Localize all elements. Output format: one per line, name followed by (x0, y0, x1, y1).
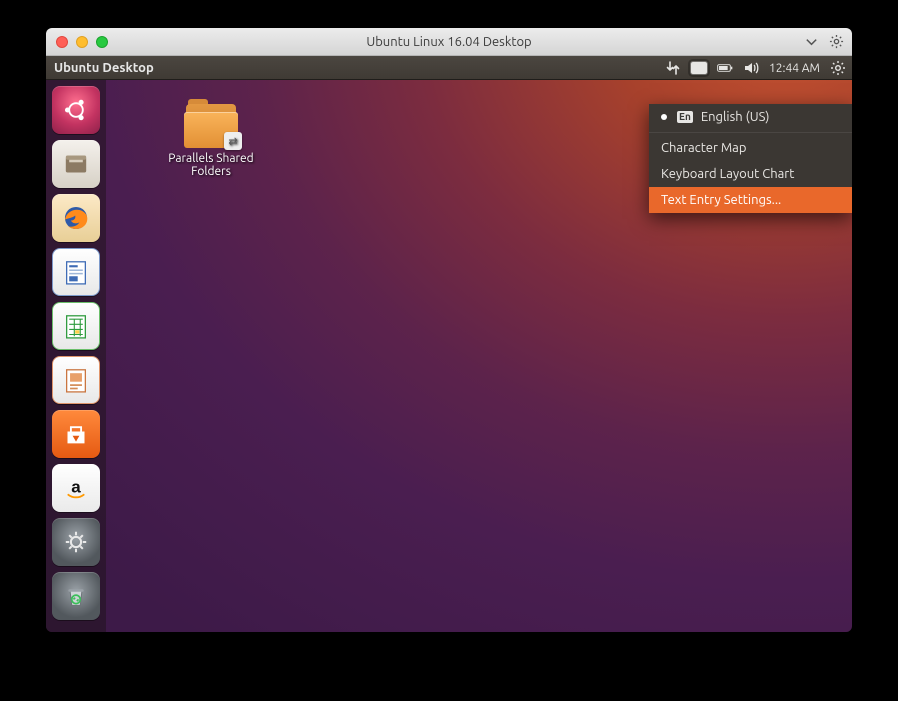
launcher-item-impress[interactable] (52, 356, 100, 404)
launcher-item-software[interactable] (52, 410, 100, 458)
panel-title: Ubuntu Desktop (54, 61, 154, 75)
desktop-icon-label: Parallels Shared Folders (151, 152, 271, 178)
folder-icon: ⇄ (182, 102, 240, 148)
host-vm-window: Ubuntu Linux 16.04 Desktop Ubuntu Deskto… (46, 28, 852, 632)
session-gear-icon[interactable] (830, 60, 846, 76)
launcher-item-writer[interactable] (52, 248, 100, 296)
menu-separator (649, 132, 852, 133)
mac-titlebar: Ubuntu Linux 16.04 Desktop (46, 28, 852, 56)
launcher-item-settings[interactable] (52, 518, 100, 566)
network-indicator-icon[interactable] (665, 60, 681, 76)
ubuntu-desktop-surface[interactable]: a ⇄ Parallels Shared Folders (46, 80, 852, 632)
launcher-item-firefox[interactable] (52, 194, 100, 242)
menu-item-label: Keyboard Layout Chart (661, 167, 794, 181)
host-window-title: Ubuntu Linux 16.04 Desktop (46, 35, 852, 49)
panel-indicators: En 12:44 AM (665, 56, 846, 80)
unity-launcher: a (46, 80, 106, 632)
launcher-item-trash[interactable] (52, 572, 100, 620)
menu-item-label: English (US) (701, 110, 770, 124)
sound-indicator-icon[interactable] (743, 60, 759, 76)
launcher-item-amazon[interactable]: a (52, 464, 100, 512)
menu-item-character-map[interactable]: Character Map (649, 135, 852, 161)
host-menu-chevron-icon[interactable] (804, 34, 819, 49)
ubuntu-top-panel: Ubuntu Desktop En 12:44 AM (46, 56, 852, 80)
input-source-menu: En English (US) Character Map Keyboard L… (649, 104, 852, 213)
menu-item-language-english-us[interactable]: En English (US) (649, 104, 852, 130)
menu-item-label: Character Map (661, 141, 746, 155)
menu-item-keyboard-layout-chart[interactable]: Keyboard Layout Chart (649, 161, 852, 187)
menu-item-text-entry-settings[interactable]: Text Entry Settings... (649, 187, 852, 213)
ubuntu-guest: Ubuntu Desktop En 12:44 AM (46, 56, 852, 632)
launcher-item-files[interactable] (52, 140, 100, 188)
language-badge-icon: En (677, 111, 693, 123)
battery-indicator-icon[interactable] (717, 60, 733, 76)
menu-item-label: Text Entry Settings... (661, 193, 781, 207)
desktop-icon-parallels-shared-folders[interactable]: ⇄ Parallels Shared Folders (151, 102, 271, 178)
input-source-indicator[interactable]: En (691, 62, 707, 74)
launcher-item-calc[interactable] (52, 302, 100, 350)
host-settings-gear-icon[interactable] (829, 34, 844, 49)
clock-indicator[interactable]: 12:44 AM (769, 62, 820, 75)
svg-text:a: a (71, 477, 81, 496)
launcher-item-dash[interactable] (52, 86, 100, 134)
